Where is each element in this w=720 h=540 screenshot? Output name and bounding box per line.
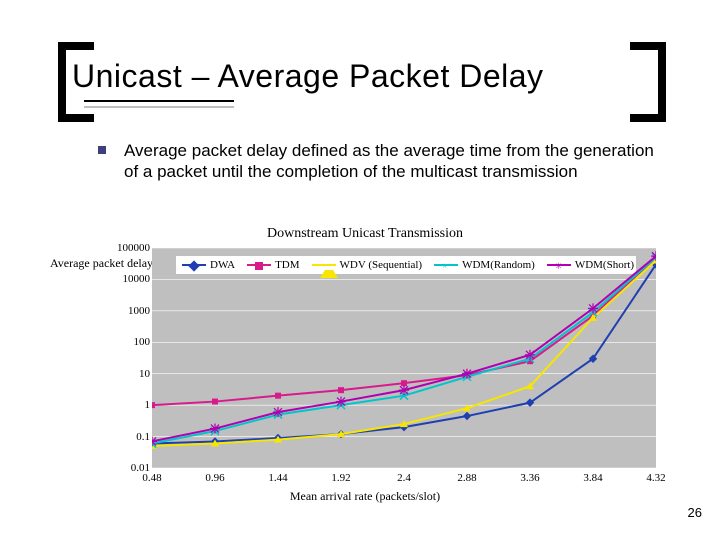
- chart: Downstream Unicast Transmission Average …: [60, 228, 670, 498]
- chart-ytick: 1: [145, 399, 151, 411]
- chart-xtick: 2.4: [397, 472, 411, 484]
- page-title: Unicast – Average Packet Delay: [72, 58, 544, 95]
- chart-yticks: 0.010.1110100100010000100000: [110, 248, 150, 468]
- chart-ytick: 100: [134, 336, 151, 348]
- chart-svg: [152, 248, 656, 468]
- chart-ytick: 100000: [117, 242, 150, 254]
- chart-xtick: 0.48: [142, 472, 161, 484]
- slide: Unicast – Average Packet Delay Average p…: [0, 0, 720, 540]
- chart-xtick: 0.96: [205, 472, 224, 484]
- body-bullet: Average packet delay defined as the aver…: [98, 140, 658, 183]
- bullet-square-icon: [98, 146, 106, 154]
- chart-ytick: 10000: [123, 273, 151, 285]
- chart-xtick: 3.36: [520, 472, 539, 484]
- chart-ytick: 0.1: [136, 431, 150, 443]
- title-underline: [84, 100, 234, 108]
- chart-xtick: 1.44: [268, 472, 287, 484]
- title-row: Unicast – Average Packet Delay: [60, 58, 660, 95]
- page-number: 26: [688, 505, 702, 520]
- chart-xtick: 3.84: [583, 472, 602, 484]
- chart-xtick: 1.92: [331, 472, 350, 484]
- chart-xtick: 4.32: [646, 472, 665, 484]
- bullet-text: Average packet delay defined as the aver…: [124, 140, 658, 183]
- chart-title: Downstream Unicast Transmission: [60, 226, 670, 242]
- chart-ytick: 10: [139, 368, 150, 380]
- chart-xlabel: Mean arrival rate (packets/slot): [60, 489, 670, 504]
- chart-plot-area: DWATDMWDV (Sequential)×WDM(Random)✳WDM(S…: [152, 248, 656, 468]
- chart-xtick: 2.88: [457, 472, 476, 484]
- chart-ytick: 1000: [128, 305, 150, 317]
